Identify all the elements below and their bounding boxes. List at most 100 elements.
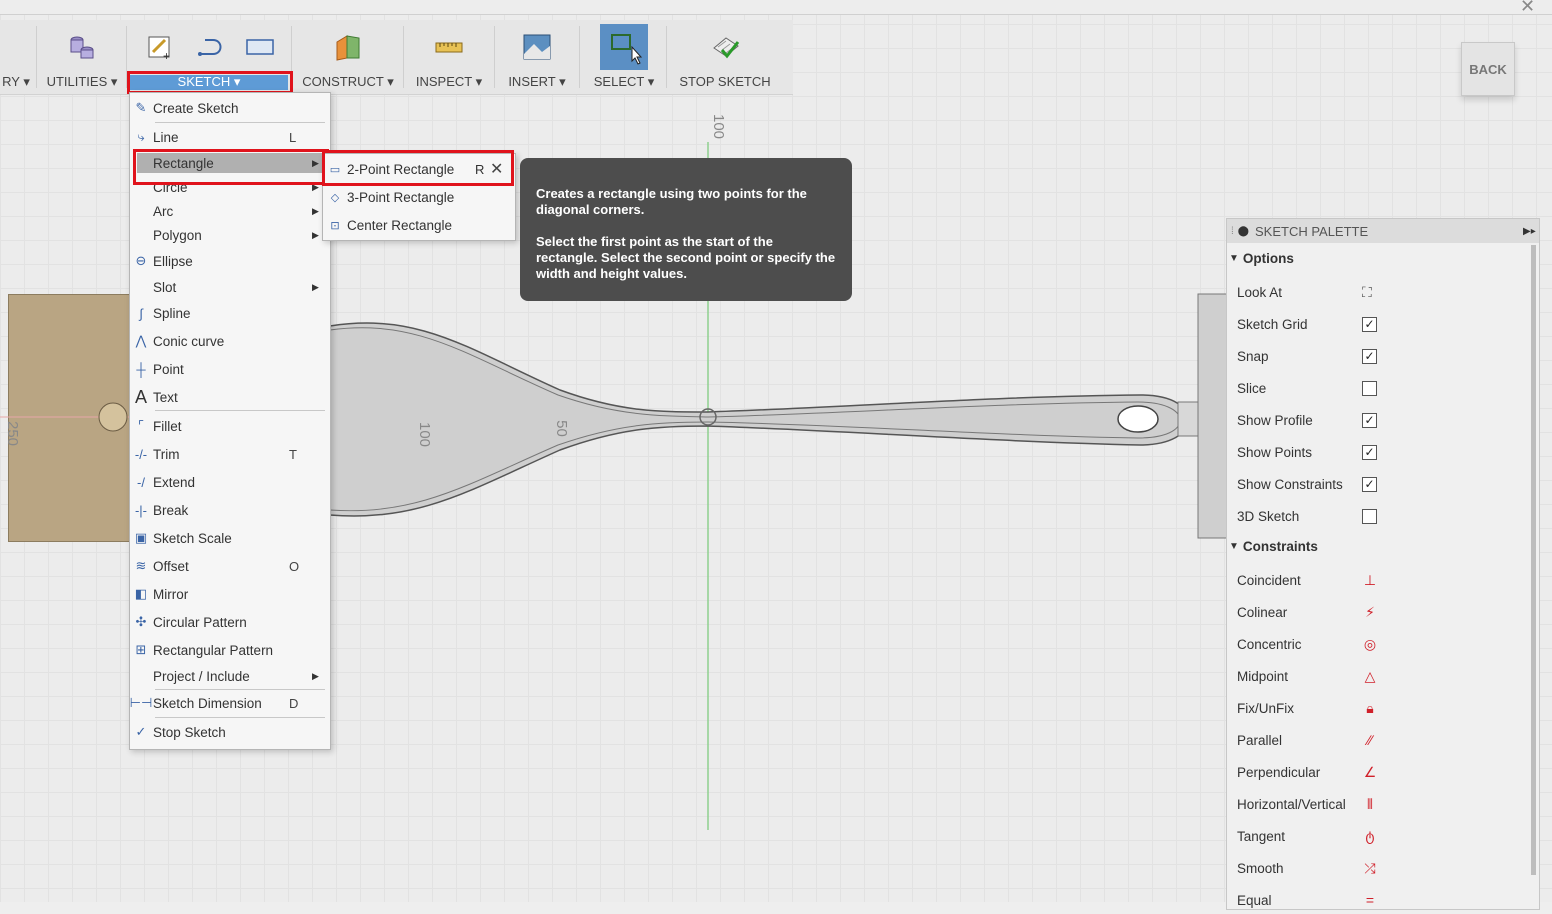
submenu-item-3-point-rectangle[interactable]: ◇ 3-Point Rectangle (323, 184, 515, 210)
menu-item-arc[interactable]: Arc ▶ (129, 199, 329, 223)
menu-item-slot[interactable]: Slot ▶ (129, 275, 329, 299)
break-icon: -|- (134, 502, 148, 518)
window-close-icon[interactable]: ✕ (1520, 0, 1535, 17)
menu-item-break[interactable]: -|- Break (129, 498, 329, 522)
menu-item-sketch-scale[interactable]: ▣ Sketch Scale (129, 526, 329, 550)
constraint-concentric[interactable]: Concentric ◎ (1237, 630, 1537, 658)
stop-sketch-button[interactable]: STOP SKETCH (674, 20, 776, 94)
option-show-constraints[interactable]: Show Constraints ✓ (1237, 470, 1537, 498)
constraint-tangent[interactable]: Tangent ტ (1237, 822, 1537, 850)
toolbar-group-select[interactable]: SELECT ▾ (588, 20, 660, 94)
constraint-midpoint[interactable]: Midpoint △ (1237, 662, 1537, 690)
menu-item-text[interactable]: A Text (129, 385, 329, 409)
option-slice[interactable]: Slice (1237, 374, 1537, 402)
submenu-item-center-rectangle[interactable]: ⊡ Center Rectangle (323, 212, 515, 238)
option-look-at[interactable]: Look At ⛶ (1237, 278, 1537, 306)
menu-item-extend[interactable]: -/ Extend (129, 470, 329, 494)
section-label: Constraints (1242, 539, 1318, 554)
constraint-equal[interactable]: Equal = (1237, 886, 1537, 914)
constraint-perpendicular[interactable]: Perpendicular ∠ (1237, 758, 1537, 786)
shortcut-key: D (289, 695, 299, 711)
show-profile-checkbox[interactable]: ✓ (1362, 412, 1377, 428)
toolbar-group-construct[interactable]: CONSTRUCT ▾ (298, 20, 398, 94)
menu-item-polygon[interactable]: Polygon ▶ (129, 223, 329, 247)
tangent-icon[interactable]: ტ (1362, 828, 1378, 845)
lock-icon[interactable]: 🔒︎ (1362, 700, 1378, 717)
show-points-checkbox[interactable]: ✓ (1362, 444, 1377, 460)
constraint-smooth[interactable]: Smooth ⤮ (1237, 854, 1537, 882)
equal-icon[interactable]: = (1362, 892, 1378, 908)
snap-checkbox[interactable]: ✓ (1362, 348, 1377, 364)
menu-separator (155, 717, 325, 718)
trim-icon: -/- (134, 446, 148, 462)
constraint-fix-unfix[interactable]: Fix/UnFix 🔒︎ (1237, 694, 1537, 722)
rectangle-toolbar-icon[interactable] (245, 32, 275, 62)
dropdown-arrow-icon: ▾ (110, 74, 118, 89)
collapse-toggle-icon[interactable]: ⬤ (1238, 226, 1249, 237)
menu-item-label: Rectangular Pattern (153, 642, 274, 658)
constraint-label: Midpoint (1237, 668, 1289, 684)
constraint-colinear[interactable]: Colinear ⚡ (1237, 598, 1537, 626)
perpendicular-icon[interactable]: ∠ (1362, 764, 1378, 781)
constraint-label: Tangent (1237, 828, 1286, 844)
spoon-hole (1117, 405, 1159, 433)
look-at-icon[interactable]: ⛶ (1362, 284, 1372, 301)
concentric-icon[interactable]: ◎ (1362, 636, 1378, 653)
stop-sketch-icon: ✓ (135, 724, 147, 739)
menu-item-ellipse[interactable]: ⊖ Ellipse (129, 249, 329, 273)
drag-handle-icon[interactable]: ⁞ (1231, 226, 1234, 237)
option-show-points[interactable]: Show Points ✓ (1237, 438, 1537, 466)
sketch-grid-checkbox[interactable]: ✓ (1362, 316, 1377, 332)
constraint-coincident[interactable]: Coincident ⊥ (1237, 566, 1537, 594)
menu-item-label: Circular Pattern (153, 614, 247, 630)
option-show-profile[interactable]: Show Profile ✓ (1237, 406, 1537, 434)
constraint-parallel[interactable]: Parallel ∕∕ (1237, 726, 1537, 754)
menu-item-stop-sketch[interactable]: ✓ Stop Sketch (129, 720, 329, 744)
palette-header[interactable]: ⁞ ⬤ SKETCH PALETTE ▶▸ (1227, 219, 1539, 243)
midpoint-icon[interactable]: △ (1362, 668, 1378, 685)
options-section-header[interactable]: ▼ Options (1229, 251, 1294, 266)
menu-item-circular-pattern[interactable]: ✣ Circular Pattern (129, 610, 329, 634)
menu-item-trim[interactable]: -/- Trim T (129, 442, 329, 466)
menu-item-conic-curve[interactable]: ⋀ Conic curve (129, 329, 329, 353)
menu-item-mirror[interactable]: ◧ Mirror (129, 582, 329, 606)
menu-item-project-include[interactable]: Project / Include ▶ (129, 664, 329, 688)
menu-item-offset[interactable]: ≋ Offset O (129, 554, 329, 578)
constraint-horizontal-vertical[interactable]: Horizontal/Vertical ⦀ (1237, 790, 1537, 818)
menu-item-sketch-dimension[interactable]: ⊢⊣ Sketch Dimension D (129, 691, 329, 715)
utilities-icon (67, 32, 97, 62)
menu-item-create-sketch[interactable]: ✎ Create Sketch (129, 96, 329, 120)
menu-item-rectangular-pattern[interactable]: ⊞ Rectangular Pattern (129, 638, 329, 662)
menu-item-fillet[interactable]: ⌜ Fillet (129, 414, 329, 438)
line-toolbar-icon[interactable] (195, 32, 225, 62)
parallel-icon[interactable]: ∕∕ (1362, 732, 1378, 748)
coincident-icon[interactable]: ⊥ (1362, 572, 1378, 589)
option-3d-sketch[interactable]: 3D Sketch (1237, 502, 1537, 530)
toolbar-group-partial[interactable]: RY ▾ (0, 20, 32, 94)
menu-item-label: Sketch Dimension (153, 695, 262, 711)
3d-sketch-checkbox[interactable] (1362, 508, 1377, 524)
smooth-icon[interactable]: ⤮ (1362, 860, 1378, 877)
menu-item-label: Extend (153, 474, 196, 490)
option-snap[interactable]: Snap ✓ (1237, 342, 1537, 370)
stop-sketch-checkmark-icon (710, 32, 740, 62)
toolbar-group-utilities[interactable]: UTILITIES ▾ (44, 20, 120, 94)
option-label: 3D Sketch (1237, 508, 1300, 524)
back-button[interactable]: BACK (1461, 42, 1515, 96)
menu-item-spline[interactable]: ∫ Spline (129, 301, 329, 325)
horizontal-vertical-icon[interactable]: ⦀ (1362, 796, 1378, 813)
menu-item-point[interactable]: ┼ Point (129, 357, 329, 381)
toolbar-group-inspect[interactable]: INSPECT ▾ (410, 20, 488, 94)
option-sketch-grid[interactable]: Sketch Grid ✓ (1237, 310, 1537, 338)
create-sketch-toolbar-icon[interactable]: + (145, 32, 175, 62)
constraints-section-header[interactable]: ▼ Constraints (1229, 539, 1318, 554)
handle-tip (1177, 401, 1199, 437)
conic-curve-icon: ⋀ (135, 333, 147, 348)
toolbar-group-insert[interactable]: INSERT ▾ (502, 20, 572, 94)
expand-arrow-icon[interactable]: ▶▸ (1523, 226, 1536, 237)
menu-item-label: Conic curve (153, 333, 225, 349)
show-constraints-checkbox[interactable]: ✓ (1362, 476, 1377, 492)
menu-item-line[interactable]: ⤷ Line L (129, 125, 329, 149)
slice-checkbox[interactable] (1362, 380, 1377, 396)
colinear-icon[interactable]: ⚡ (1362, 604, 1378, 621)
